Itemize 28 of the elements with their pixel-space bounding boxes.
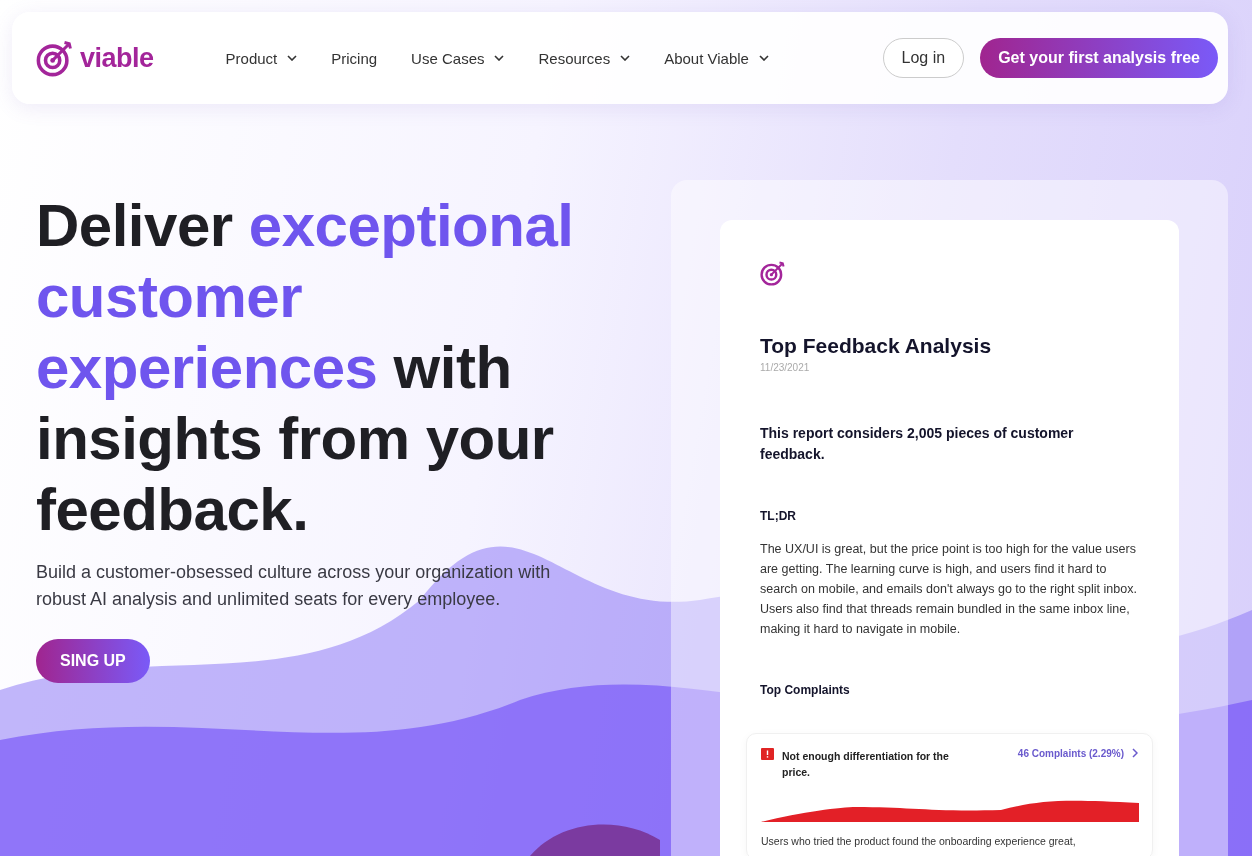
cta-button[interactable]: Get your first analysis free — [980, 38, 1218, 78]
nav-link[interactable]: About Viable — [664, 49, 769, 67]
section-heading: Top Complaints — [760, 683, 851, 697]
section-heading: TL;DR — [760, 509, 797, 523]
report-date: 11/23/2021 — [760, 362, 811, 373]
complaint-count-link[interactable]: 46 Complaints (2.29%) — [1017, 748, 1138, 759]
complaint-description: Users who tried the product found the onboarding experience great, — [761, 834, 1077, 849]
chevron-right-icon — [1132, 748, 1138, 758]
chevron-down-icon — [758, 55, 769, 61]
target-logo-icon — [36, 39, 74, 77]
hero-subtitle: Build a customer-obsessed culture across your organization with robust AI analysis and unlimited seats for every employee. — [36, 561, 552, 611]
nav-link[interactable]: Product — [225, 49, 298, 67]
logo-text[interactable]: viable — [80, 42, 154, 74]
flag-icon — [761, 748, 774, 760]
nav-link[interactable]: Resources — [538, 49, 631, 67]
login-button[interactable]: Log in — [882, 38, 965, 78]
tldr-paragraph: The UX/UI is great, but the price point is too high for the value users are getting. The learning curve is high, and users find it hard to search on mobile, and emails don't always go to the right split inbox. Users also find that threads remain bundled in the same inbox line, making it hard to navigate in mobile. — [760, 541, 1138, 638]
report-summary: This report considers 2,005 pieces of customer feedback. — [760, 424, 1075, 464]
nav-link[interactable]: Use Cases — [411, 49, 505, 67]
nav-link[interactable]: Pricing — [331, 49, 378, 67]
hero-heading: Deliver exceptional customer experiences with insights from your feedback. — [36, 191, 575, 545]
target-logo-icon — [760, 260, 786, 286]
chevron-down-icon — [620, 55, 631, 61]
chevron-down-icon — [494, 55, 505, 61]
report-title: Top Feedback Analysis — [760, 334, 993, 358]
signup-button[interactable]: SING UP — [36, 639, 150, 683]
chevron-down-icon — [287, 55, 298, 61]
complaint-title: Not enough differentiation for the price. — [782, 749, 950, 780]
